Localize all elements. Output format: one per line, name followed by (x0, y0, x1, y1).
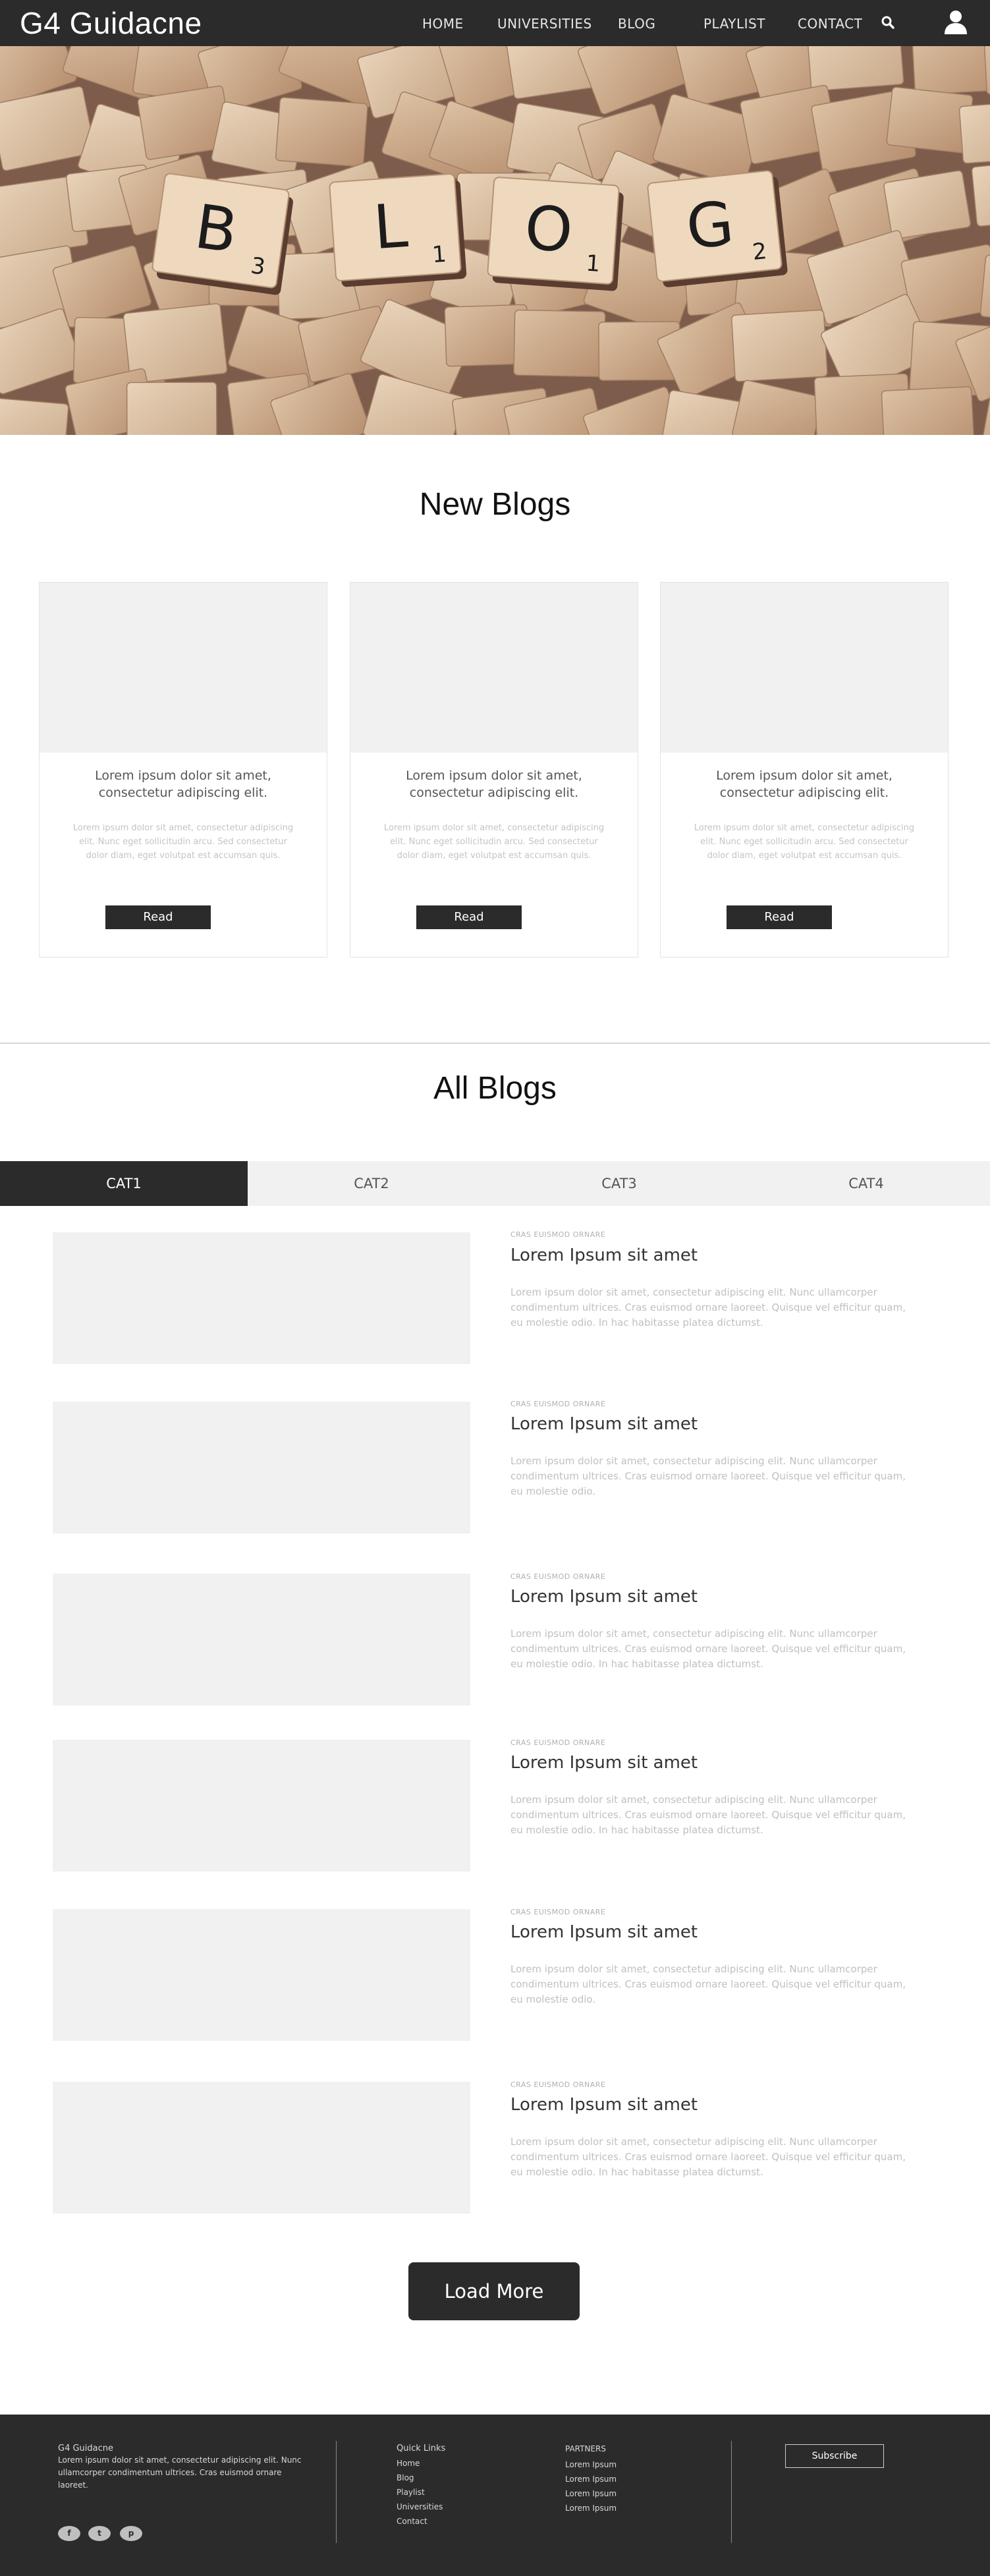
tab-cat1[interactable]: CAT1 (0, 1161, 248, 1206)
post-title[interactable]: Lorem Ipsum sit amet (510, 1587, 698, 1607)
user-icon[interactable] (943, 9, 968, 36)
tile-number: 1 (431, 241, 447, 268)
wood-tile (275, 97, 368, 167)
section-divider (0, 1043, 990, 1044)
wood-tile (881, 386, 975, 435)
post-category: CRAS EUISMOD ORNARE (510, 2080, 606, 2089)
card-image-placeholder (350, 583, 638, 753)
tab-cat2[interactable]: CAT2 (248, 1161, 495, 1206)
post-category: CRAS EUISMOD ORNARE (510, 1738, 606, 1747)
card-title: Lorem ipsum dolor sit amet, consectetur … (406, 768, 582, 800)
post-title[interactable]: Lorem Ipsum sit amet (510, 2095, 698, 2115)
post-title[interactable]: Lorem Ipsum sit amet (510, 1414, 698, 1434)
partner-link[interactable]: Lorem Ipsum (565, 2487, 617, 2500)
footer-link-contact[interactable]: Contact (397, 2515, 427, 2528)
letter-tile: G2 (647, 170, 788, 287)
wood-tile (0, 397, 69, 435)
footer-link-playlist[interactable]: Playlist (397, 2486, 425, 2499)
hero-banner: B3L1O1G2 (0, 46, 990, 435)
subscribe-button[interactable]: Subscribe (785, 2444, 884, 2468)
footer-divider (336, 2441, 337, 2543)
post-image-placeholder[interactable] (53, 1232, 470, 1364)
tile-letter: O (522, 192, 575, 266)
wood-tile (513, 309, 606, 378)
facebook-icon[interactable]: f (58, 2526, 80, 2541)
footer-link-home[interactable]: Home (397, 2457, 420, 2470)
navbar: G4 Guidacne HOME UNIVERSITIES BLOG PLAYL… (0, 0, 990, 46)
letter-tile: B3 (151, 173, 294, 295)
blog-card: Lorem ipsum dolor sit amet, consectetur … (660, 582, 949, 958)
wood-tile (126, 382, 217, 435)
new-blogs-heading: New Blogs (419, 487, 571, 522)
tile-letter: L (371, 190, 410, 263)
card-image-placeholder (661, 583, 948, 753)
footer-brand: G4 Guidacne (58, 2444, 114, 2453)
quick-links-title: Quick Links (397, 2444, 446, 2453)
footer-divider (731, 2441, 732, 2543)
post-title[interactable]: Lorem Ipsum sit amet (510, 1922, 698, 1942)
nav-link-blog[interactable]: BLOG (618, 16, 655, 32)
brand-logo[interactable]: G4 Guidacne (20, 5, 202, 41)
tab-cat4[interactable]: CAT4 (742, 1161, 990, 1206)
load-more-button[interactable]: Load More (408, 2262, 580, 2320)
post-excerpt: Lorem ipsum dolor sit amet, consectetur … (510, 1794, 906, 1836)
search-icon[interactable] (880, 14, 896, 30)
category-tabs: CAT1 CAT2 CAT3 CAT4 (0, 1161, 990, 1206)
partner-link[interactable]: Lorem Ipsum (565, 2458, 617, 2471)
tile-number: 2 (751, 238, 768, 266)
post-excerpt: Lorem ipsum dolor sit amet, consectetur … (510, 1628, 906, 1670)
card-title: Lorem ipsum dolor sit amet, consectetur … (95, 768, 271, 800)
tab-cat3[interactable]: CAT3 (495, 1161, 743, 1206)
post-title[interactable]: Lorem Ipsum sit amet (510, 1753, 698, 1773)
card-image-placeholder (40, 583, 327, 753)
tile-letter: G (683, 188, 737, 263)
letter-tile: L1 (329, 173, 467, 287)
nav-link-contact[interactable]: CONTACT (798, 16, 862, 32)
card-title: Lorem ipsum dolor sit amet, consectetur … (716, 768, 893, 800)
post-category: CRAS EUISMOD ORNARE (510, 1908, 606, 1916)
wood-tile (731, 309, 828, 382)
post-image-placeholder[interactable] (53, 1574, 470, 1705)
post-category: CRAS EUISMOD ORNARE (510, 1400, 606, 1408)
wood-tile (958, 100, 990, 164)
partner-link[interactable]: Lorem Ipsum (565, 2473, 617, 2486)
nav-link-home[interactable]: HOME (422, 16, 464, 32)
card-excerpt: Lorem ipsum dolor sit amet, consectetur … (383, 823, 605, 861)
footer: G4 Guidacne Lorem ipsum dolor sit amet, … (0, 2415, 990, 2576)
pinterest-icon[interactable]: p (120, 2526, 142, 2541)
partner-link[interactable]: Lorem Ipsum (565, 2502, 617, 2515)
twitter-icon[interactable]: t (88, 2526, 111, 2541)
read-button[interactable]: Read (105, 905, 211, 929)
blog-card: Lorem ipsum dolor sit amet, consectetur … (350, 582, 638, 958)
post-image-placeholder[interactable] (53, 1740, 470, 1872)
all-blogs-heading: All Blogs (433, 1071, 557, 1106)
post-excerpt: Lorem ipsum dolor sit amet, consectetur … (510, 1963, 906, 2005)
partners-title: PARTNERS (565, 2444, 606, 2453)
hero-image: B 3L 1 O 1G 2 (0, 46, 990, 435)
tile-number: 1 (585, 250, 601, 277)
blog-card: Lorem ipsum dolor sit amet, consectetur … (39, 582, 327, 958)
nav-link-playlist[interactable]: PLAYLIST (703, 16, 765, 32)
post-excerpt: Lorem ipsum dolor sit amet, consectetur … (510, 1286, 906, 1329)
post-image-placeholder[interactable] (53, 1909, 470, 2041)
nav-link-universities[interactable]: UNIVERSITIES (497, 16, 592, 32)
wood-tile (806, 46, 904, 92)
wood-tile (883, 170, 972, 240)
post-excerpt: Lorem ipsum dolor sit amet, consectetur … (510, 1455, 906, 1497)
read-button[interactable]: Read (727, 905, 832, 929)
footer-link-blog[interactable]: Blog (397, 2471, 414, 2484)
post-category: CRAS EUISMOD ORNARE (510, 1572, 606, 1581)
card-excerpt: Lorem ipsum dolor sit amet, consectetur … (694, 823, 915, 861)
letter-tile: O1 (487, 177, 624, 291)
card-excerpt: Lorem ipsum dolor sit amet, consectetur … (72, 823, 294, 861)
footer-about-text: Lorem ipsum dolor sit amet, consectetur … (58, 2455, 302, 2490)
footer-link-universities[interactable]: Universities (397, 2500, 443, 2513)
read-button[interactable]: Read (416, 905, 522, 929)
post-category: CRAS EUISMOD ORNARE (510, 1230, 606, 1239)
wood-tile (911, 46, 990, 96)
post-title[interactable]: Lorem Ipsum sit amet (510, 1245, 698, 1265)
post-excerpt: Lorem ipsum dolor sit amet, consectetur … (510, 2136, 906, 2178)
post-image-placeholder[interactable] (53, 1402, 470, 1533)
post-image-placeholder[interactable] (53, 2082, 470, 2214)
